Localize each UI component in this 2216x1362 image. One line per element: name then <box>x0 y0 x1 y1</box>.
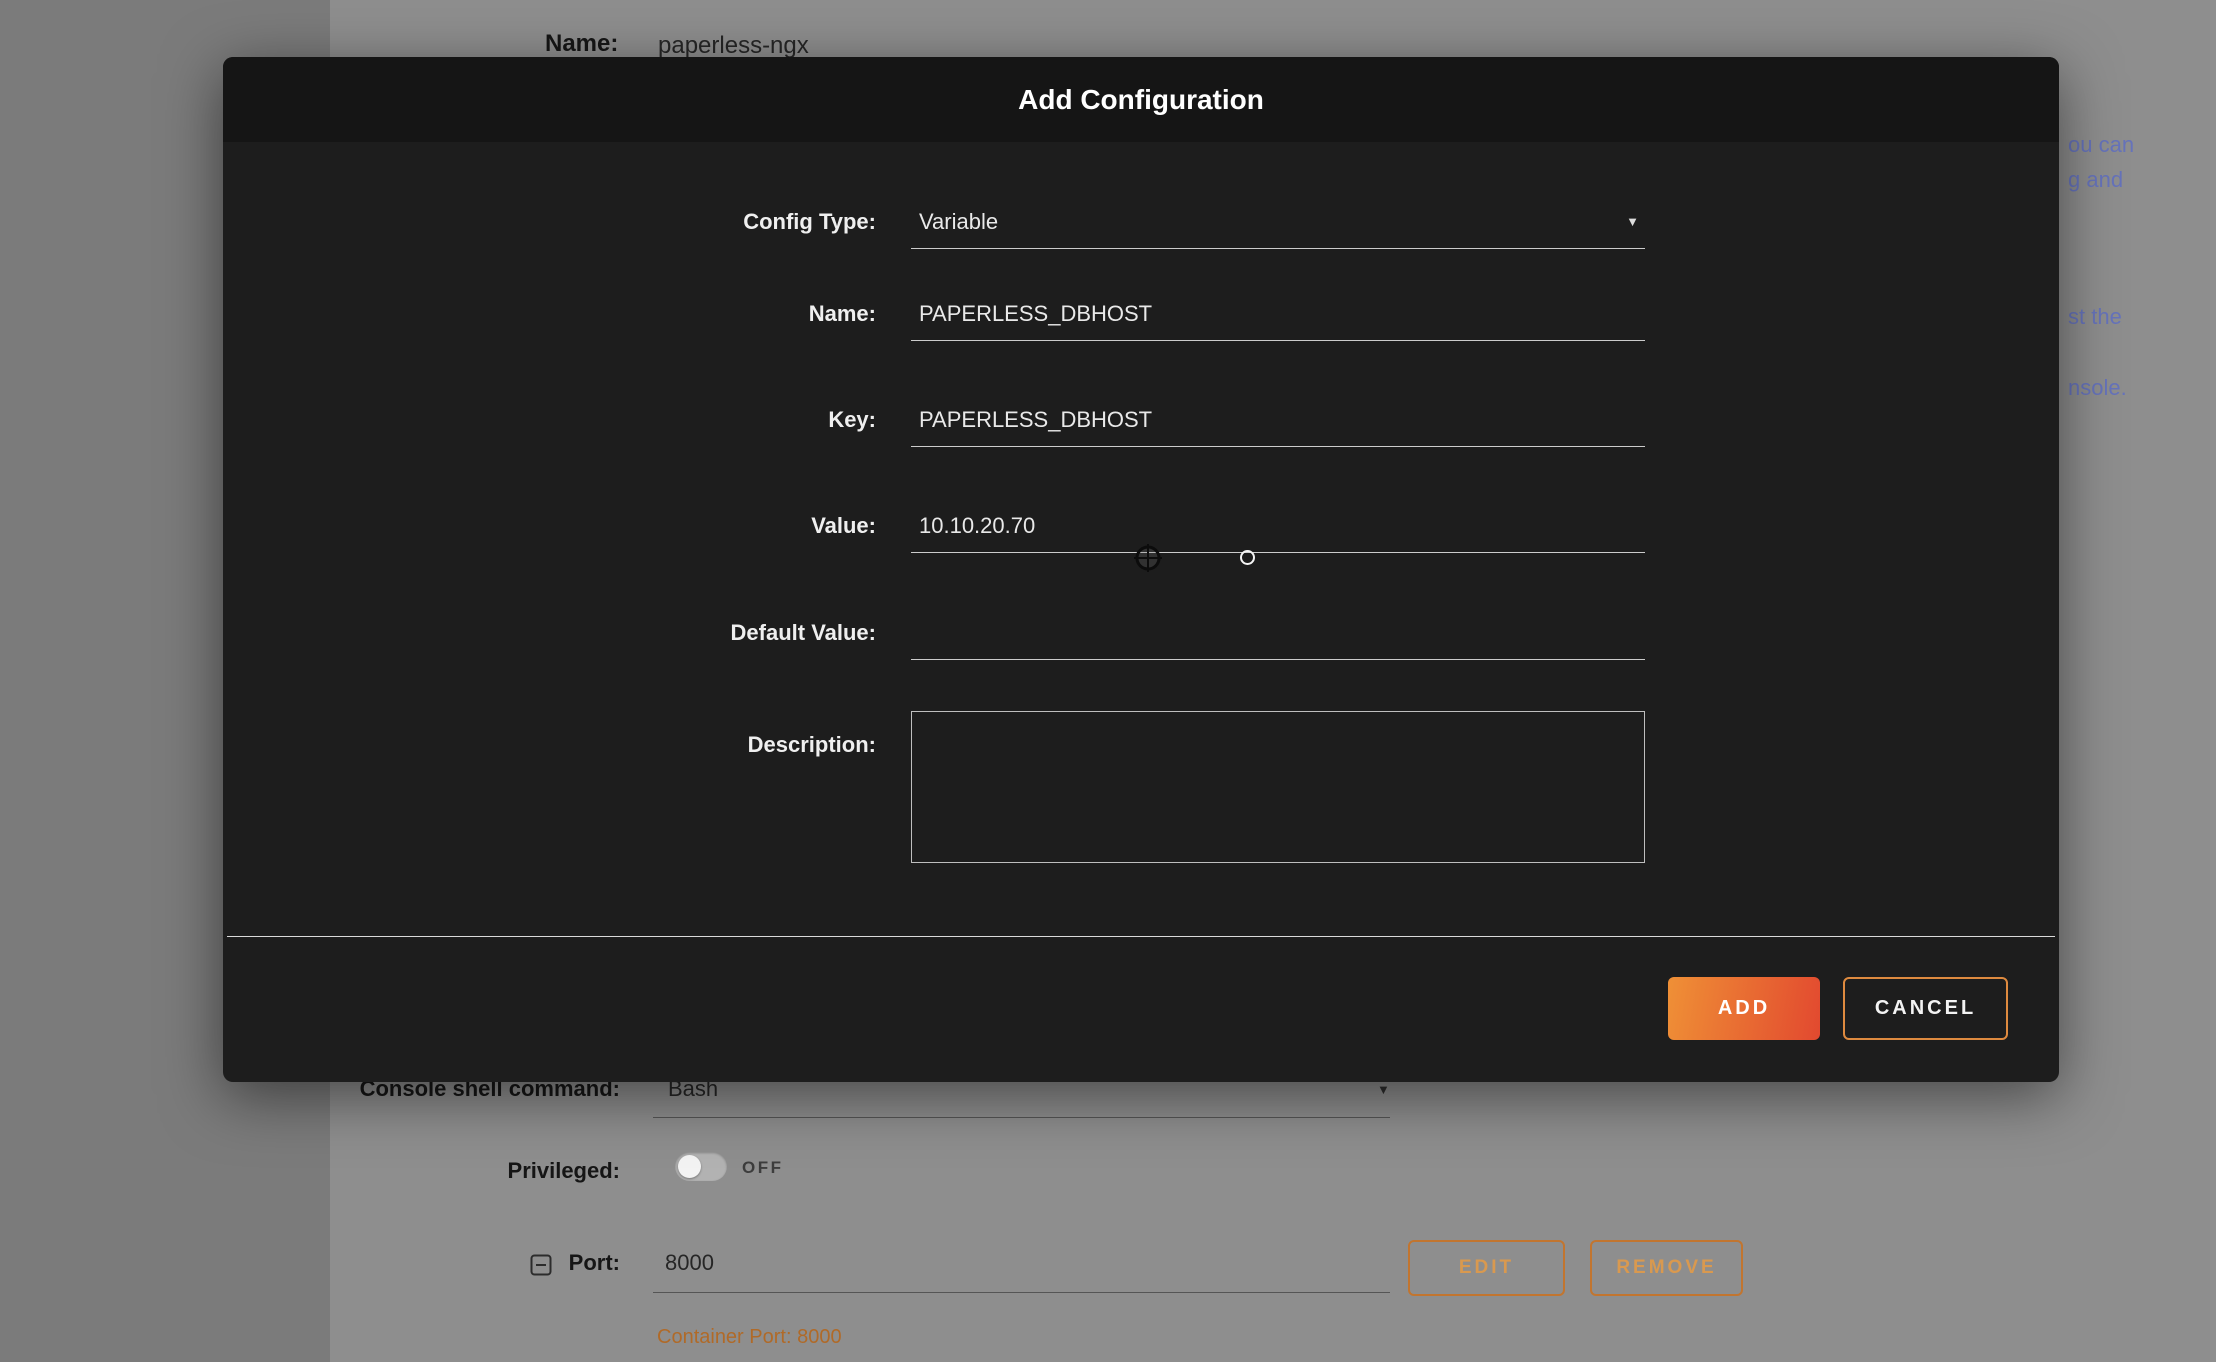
description-label: Description: <box>223 718 876 772</box>
port-input[interactable]: 8000 <box>665 1250 714 1276</box>
port-label: Port: <box>280 1250 620 1276</box>
dialog-header: Add Configuration <box>223 57 2059 142</box>
clipped-help-text: nsole. <box>2068 375 2127 401</box>
privileged-toggle[interactable] <box>675 1152 727 1181</box>
add-button[interactable]: ADD <box>1668 977 1820 1040</box>
clipped-help-text: st the <box>2068 304 2122 330</box>
remove-button[interactable]: REMOVE <box>1590 1240 1743 1296</box>
footer-divider <box>227 936 2055 937</box>
chevron-down-icon[interactable]: ▼ <box>1377 1082 1390 1097</box>
dialog-title: Add Configuration <box>223 57 2059 142</box>
value-label: Value: <box>223 499 876 553</box>
description-textarea[interactable] <box>911 711 1645 863</box>
default-value-input[interactable] <box>911 606 1645 660</box>
port-underline <box>653 1292 1390 1293</box>
config-type-value: Variable <box>919 209 998 234</box>
toggle-knob <box>678 1155 701 1178</box>
edit-button[interactable]: EDIT <box>1408 1240 1565 1296</box>
name-input[interactable]: PAPERLESS_DBHOST <box>911 287 1645 341</box>
container-name-value: paperless-ngx <box>658 32 809 60</box>
console-shell-underline <box>653 1117 1390 1118</box>
clipped-help-text: g and <box>2068 167 2123 193</box>
chevron-down-icon[interactable]: ▼ <box>1626 195 1639 249</box>
container-port-note: Container Port: 8000 <box>657 1326 842 1349</box>
key-input[interactable]: PAPERLESS_DBHOST <box>911 393 1645 447</box>
cursor-circle-icon <box>1240 550 1255 565</box>
value-input[interactable]: 10.10.20.70 <box>911 499 1645 553</box>
privileged-state-label: OFF <box>742 1158 784 1178</box>
clipped-help-text: ou can <box>2068 132 2134 158</box>
container-name-label: Name: <box>545 30 618 58</box>
cancel-button[interactable]: CANCEL <box>1843 977 2008 1040</box>
privileged-label: Privileged: <box>280 1158 620 1184</box>
cursor-crosshair-icon <box>1131 541 1165 580</box>
config-type-select[interactable]: Variable ▼ <box>911 195 1645 249</box>
config-type-label: Config Type: <box>223 195 876 249</box>
key-label: Key: <box>223 393 876 447</box>
name-label: Name: <box>223 287 876 341</box>
default-value-label: Default Value: <box>223 606 876 660</box>
